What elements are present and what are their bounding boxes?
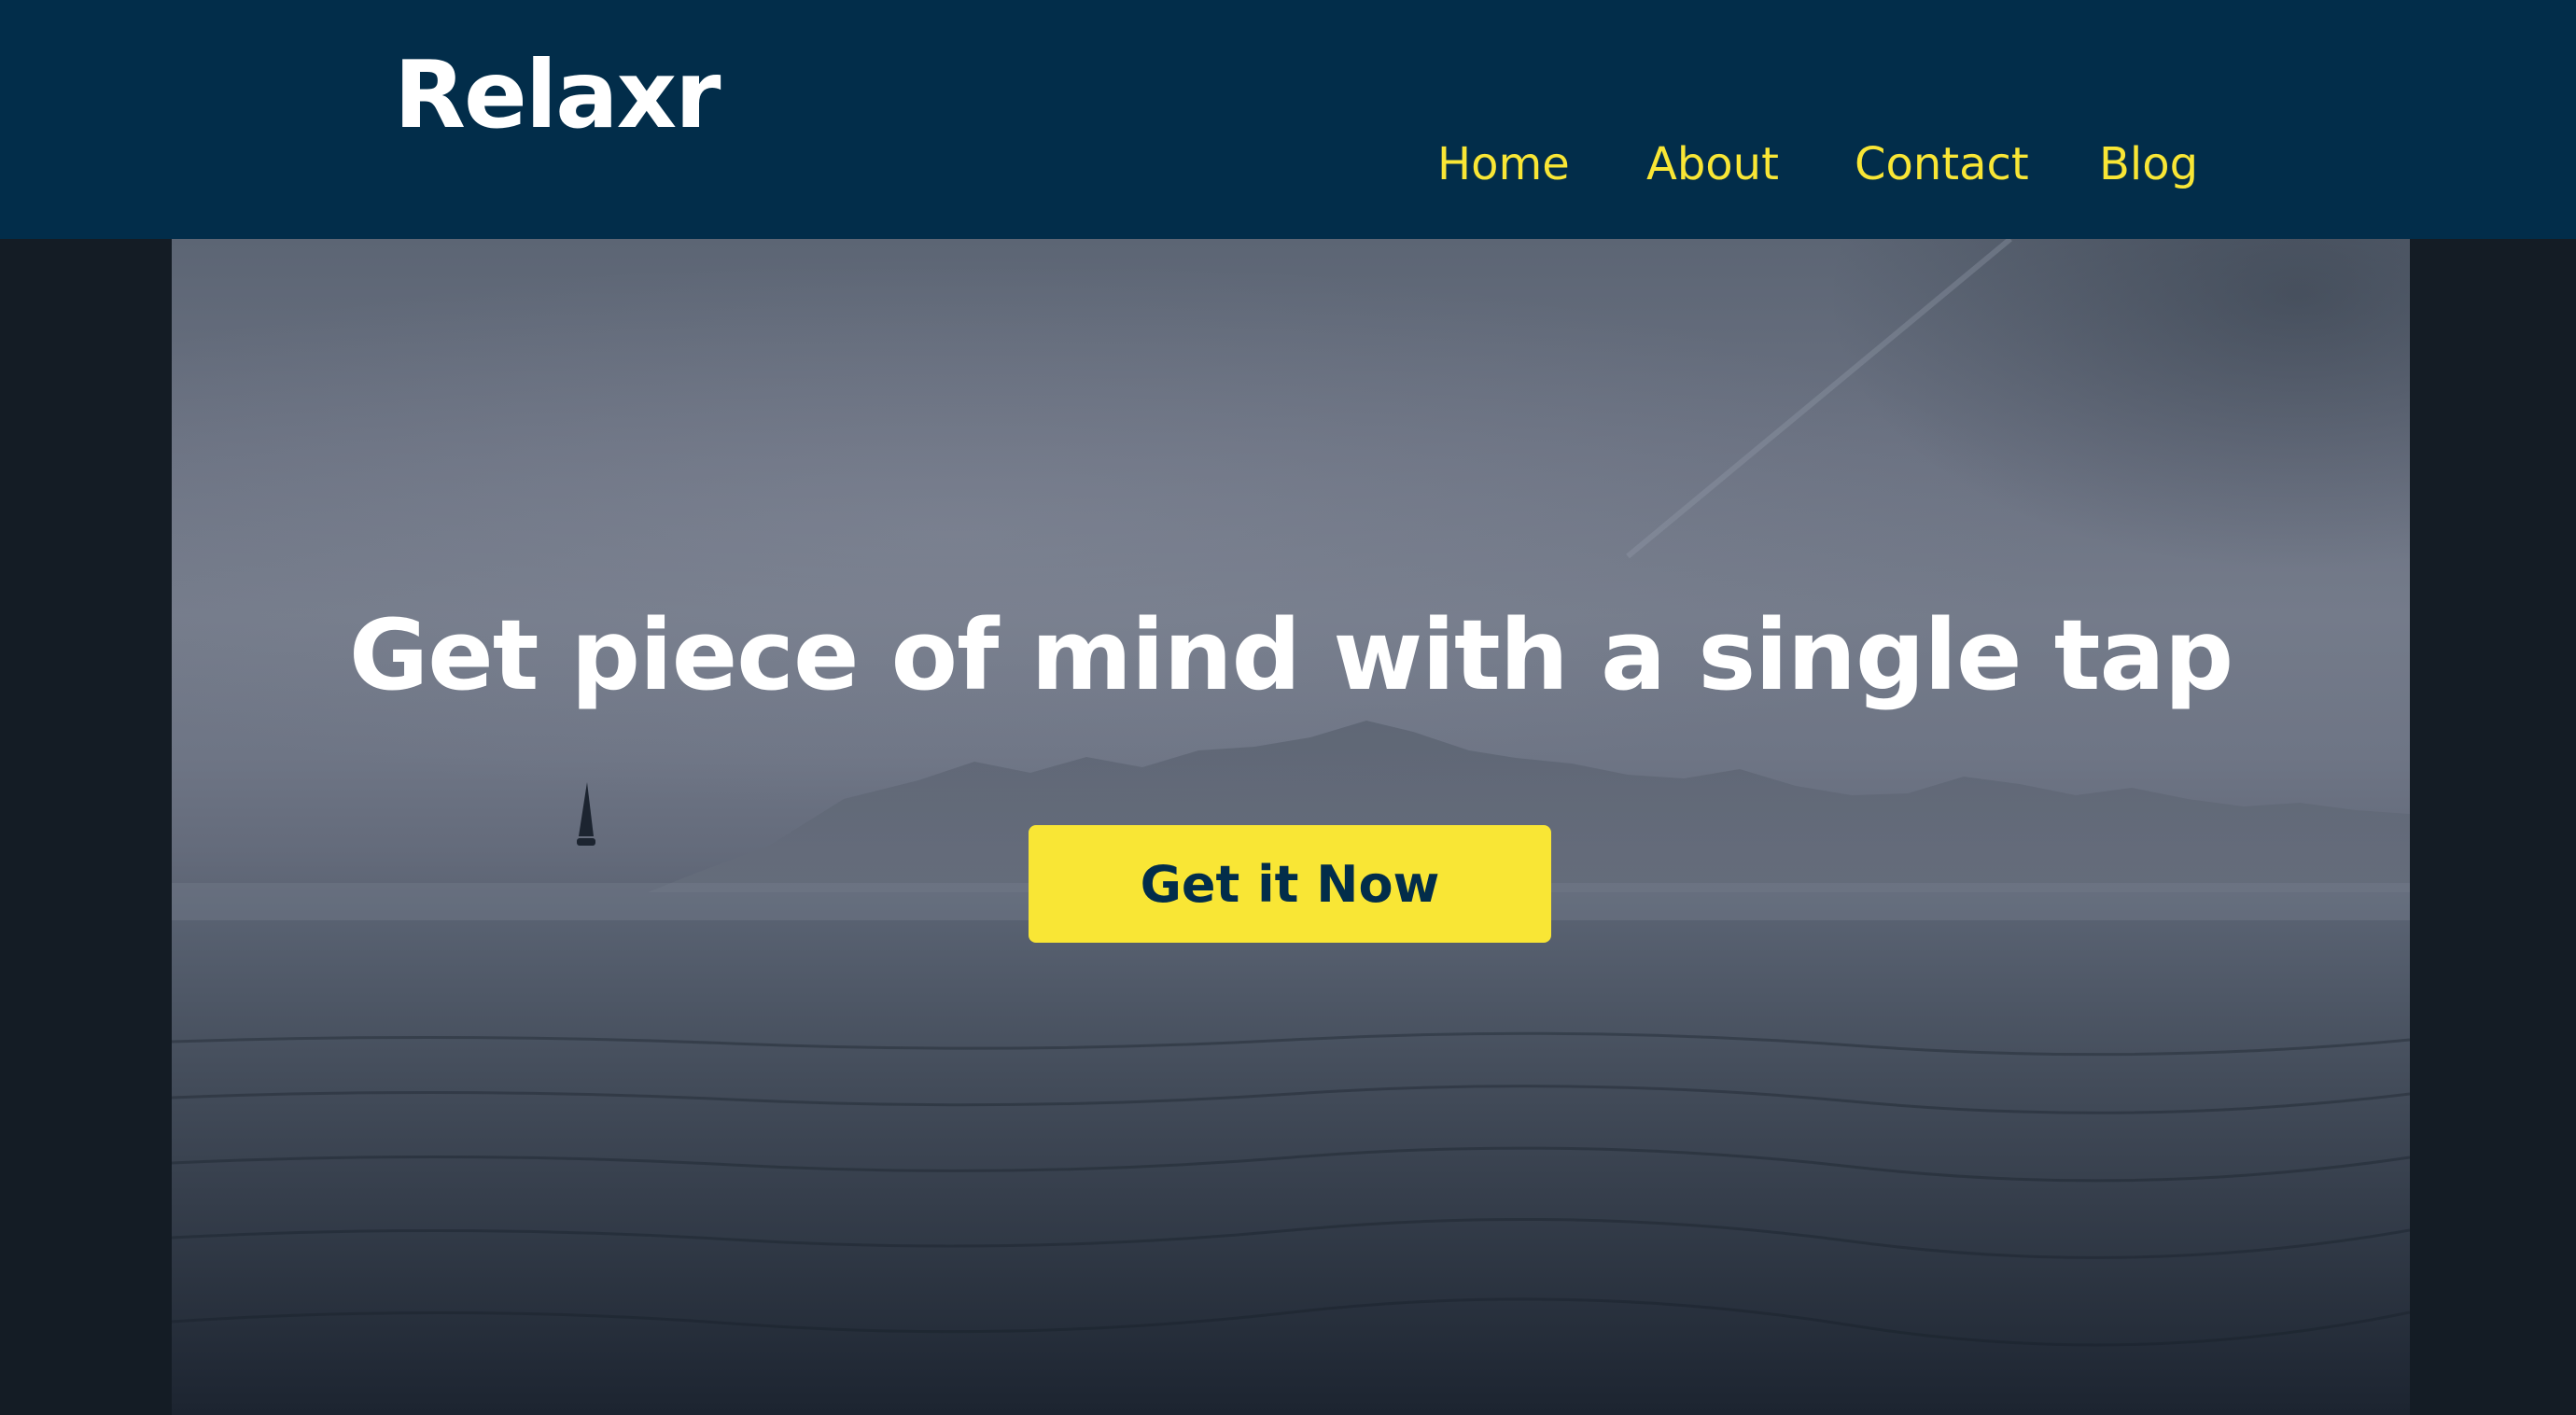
nav-link-home[interactable]: Home bbox=[1437, 136, 1570, 192]
contrail-line bbox=[1626, 239, 2012, 559]
nav-link-contact[interactable]: Contact bbox=[1855, 136, 2029, 192]
nav-link-about[interactable]: About bbox=[1646, 136, 1779, 192]
site-header: Relaxr Home About Contact Blog bbox=[0, 0, 2576, 239]
main-nav: Home About Contact Blog bbox=[0, 136, 2576, 192]
hero-headline: Get piece of mind with a single tap bbox=[348, 597, 2233, 712]
sea-surface bbox=[172, 892, 2410, 1415]
brand-logo[interactable]: Relaxr bbox=[394, 49, 721, 142]
get-it-now-button[interactable]: Get it Now bbox=[1029, 825, 1551, 943]
nav-link-blog[interactable]: Blog bbox=[2099, 136, 2198, 192]
sailboat bbox=[577, 782, 595, 846]
hero-section: Get piece of mind with a single tap Get … bbox=[172, 239, 2410, 1415]
